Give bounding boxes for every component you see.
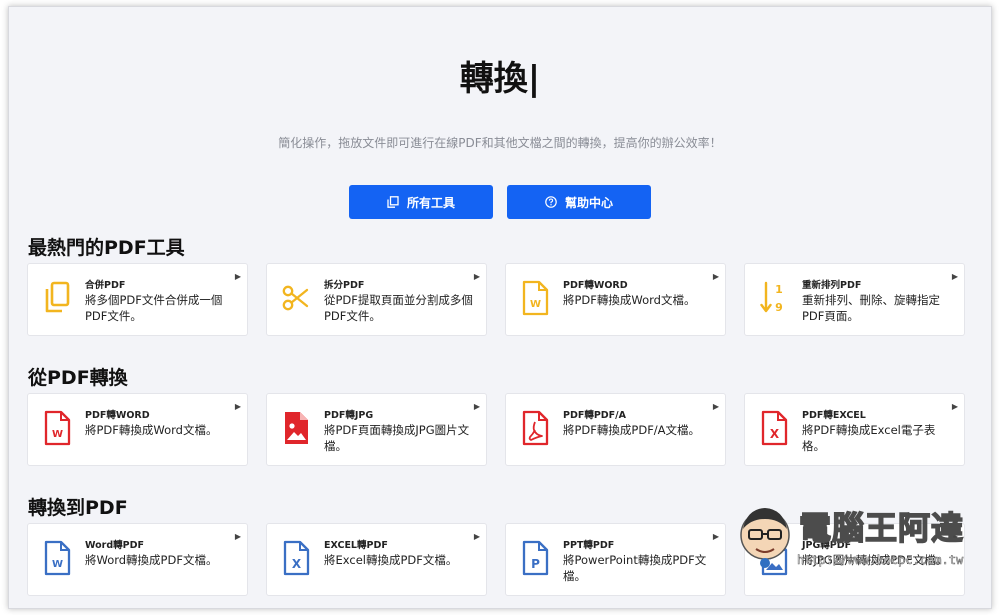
chevron-right-icon: ▶ [234, 402, 241, 411]
page-title: 轉換| [459, 59, 541, 99]
sort-numbers-icon: 1 9 [759, 280, 789, 316]
word-file-icon: W [520, 280, 550, 316]
chevron-right-icon: ▶ [951, 272, 958, 281]
card-title: PDF轉EXCEL [802, 410, 866, 421]
pdfa-file-icon [520, 410, 550, 446]
card-title: PPT轉PDF [563, 540, 615, 551]
section-title-to-pdf: 轉換到PDF [28, 497, 128, 519]
help-center-label: 幫助中心 [564, 195, 613, 210]
tool-card-ppt-to-pdf[interactable]: P PPT轉PDF 將PowerPoint轉換成PDF文檔。 ▶ [505, 523, 726, 596]
chevron-right-icon: ▶ [473, 402, 480, 411]
chevron-right-icon: ▶ [712, 272, 719, 281]
card-description: 將PowerPoint轉換成PDF文檔。 [563, 553, 707, 583]
page-subtitle: 簡化操作，拖放文件即可進行在線PDF和其他文檔之間的轉換，提高你的辦公效率！ [278, 136, 722, 150]
image-file-icon [759, 540, 789, 576]
chevron-right-icon: ▶ [712, 402, 719, 411]
tool-card-jpg-to-pdf[interactable]: JPG轉PDF 將JPG圖片轉換成PDF文檔。 ▶ [744, 523, 965, 596]
card-title: PDF轉WORD [85, 410, 150, 421]
card-title: 拆分PDF [324, 280, 365, 291]
hero-buttons: 所有工具 幫助中心 [9, 185, 991, 219]
help-center-button[interactable]: 幫助中心 [507, 185, 651, 219]
excel-file-icon: X [281, 540, 311, 576]
card-title: EXCEL轉PDF [324, 540, 388, 551]
all-tools-label: 所有工具 [406, 195, 455, 210]
card-title: PDF轉WORD [563, 280, 628, 291]
merge-pages-icon [42, 280, 72, 316]
svg-text:X: X [770, 427, 780, 441]
svg-text:W: W [52, 429, 63, 440]
svg-text:W: W [52, 559, 63, 570]
chevron-right-icon: ▶ [951, 532, 958, 541]
image-file-icon [281, 410, 311, 446]
tool-card-pdf-to-word[interactable]: W PDF轉WORD 將PDF轉換成Word文檔。 ▶ [505, 263, 726, 336]
tool-card-reorder-pdf[interactable]: 1 9 重新排列PDF 重新排列、刪除、旋轉指定PDF頁面。 ▶ [744, 263, 965, 336]
svg-text:9: 9 [775, 301, 783, 314]
tool-card-excel-to-pdf[interactable]: X EXCEL轉PDF 將Excel轉換成PDF文檔。 ▶ [266, 523, 487, 596]
card-description: 將PDF轉換成Word文檔。 [85, 423, 218, 437]
help-circle-icon [545, 196, 557, 208]
card-description: 將多個PDF文件合併成一個PDF文件。 [85, 293, 223, 323]
card-title: PDF轉JPG [324, 410, 374, 421]
to-pdf-grid: W Word轉PDF 將Word轉換成PDF文檔。 ▶ X EXCEL轉PDF … [27, 523, 965, 596]
svg-text:W: W [530, 299, 541, 310]
tool-card-pdf-to-pdfa[interactable]: PDF轉PDF/A 將PDF轉換成PDF/A文檔。 ▶ [505, 393, 726, 466]
tool-card-pdf-to-jpg[interactable]: PDF轉JPG 將PDF頁面轉換成JPG圖片文檔。 ▶ [266, 393, 487, 466]
scissors-icon [281, 280, 311, 316]
card-title: JPG轉PDF [802, 540, 852, 551]
card-description: 將Word轉換成PDF文檔。 [85, 553, 218, 567]
popular-tools-grid: 合併PDF 將多個PDF文件合併成一個PDF文件。 ▶ 拆分PDF 從PDF提取… [27, 263, 965, 336]
card-title: PDF轉PDF/A [563, 410, 626, 421]
card-description: 將PDF頁面轉換成JPG圖片文檔。 [324, 423, 470, 453]
word-file-icon: W [42, 410, 72, 446]
card-description: 將PDF轉換成PDF/A文檔。 [563, 423, 701, 437]
tool-card-split-pdf[interactable]: 拆分PDF 從PDF提取頁面並分割成多個PDF文件。 ▶ [266, 263, 487, 336]
chevron-right-icon: ▶ [473, 272, 480, 281]
tool-card-pdf-to-word[interactable]: W PDF轉WORD 將PDF轉換成Word文檔。 ▶ [27, 393, 248, 466]
chevron-right-icon: ▶ [473, 532, 480, 541]
from-pdf-grid: W PDF轉WORD 將PDF轉換成Word文檔。 ▶ PDF轉JPG 將PDF… [27, 393, 965, 466]
card-description: 將PDF轉換成Word文檔。 [563, 293, 696, 307]
app-frame: 轉換| 簡化操作，拖放文件即可進行在線PDF和其他文檔之間的轉換，提高你的辦公效… [8, 6, 992, 609]
card-description: 將PDF轉換成Excel電子表格。 [802, 423, 936, 453]
tool-card-merge-pdf[interactable]: 合併PDF 將多個PDF文件合併成一個PDF文件。 ▶ [27, 263, 248, 336]
card-title: 重新排列PDF [802, 280, 862, 291]
section-title-popular: 最熱門的PDF工具 [28, 237, 185, 259]
ppt-file-icon: P [520, 540, 550, 576]
svg-text:X: X [292, 557, 302, 571]
card-description: 將Excel轉換成PDF文檔。 [324, 553, 458, 567]
card-title: Word轉PDF [85, 540, 144, 551]
tool-card-word-to-pdf[interactable]: W Word轉PDF 將Word轉換成PDF文檔。 ▶ [27, 523, 248, 596]
chevron-right-icon: ▶ [234, 532, 241, 541]
excel-file-icon: X [759, 410, 789, 446]
card-description: 重新排列、刪除、旋轉指定PDF頁面。 [802, 293, 940, 323]
word-file-icon: W [42, 540, 72, 576]
all-tools-button[interactable]: 所有工具 [349, 185, 493, 219]
chevron-right-icon: ▶ [951, 402, 958, 411]
chevron-right-icon: ▶ [234, 272, 241, 281]
card-title: 合併PDF [85, 280, 126, 291]
copy-icon [387, 196, 399, 208]
chevron-right-icon: ▶ [712, 532, 719, 541]
section-title-from-pdf: 從PDF轉換 [28, 367, 128, 389]
svg-text:P: P [531, 557, 540, 571]
card-description: 從PDF提取頁面並分割成多個PDF文件。 [324, 293, 473, 323]
tool-card-pdf-to-excel[interactable]: X PDF轉EXCEL 將PDF轉換成Excel電子表格。 ▶ [744, 393, 965, 466]
svg-text:1: 1 [775, 283, 783, 296]
card-description: 將JPG圖片轉換成PDF文檔。 [802, 553, 948, 567]
